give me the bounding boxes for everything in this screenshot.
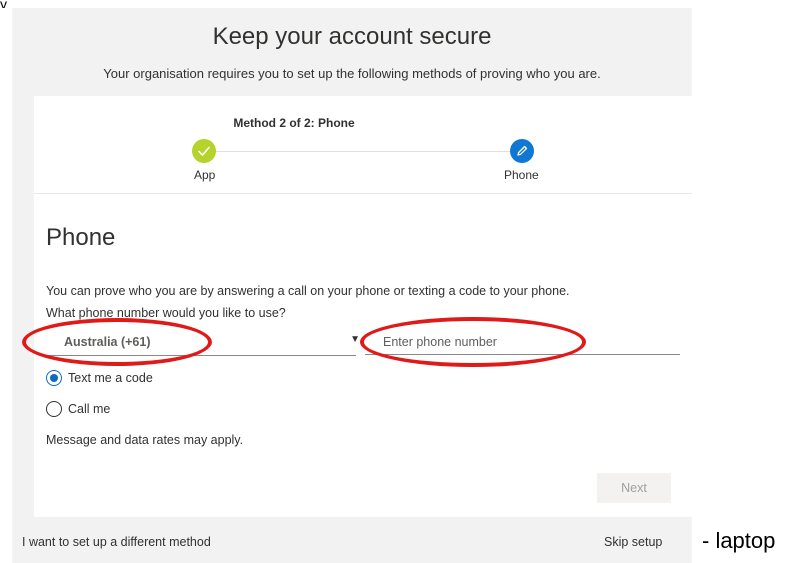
dropdown-caret-icon: ▼ bbox=[350, 334, 360, 345]
next-button[interactable]: Next bbox=[597, 473, 671, 503]
page-subtitle: Your organisation requires you to set up… bbox=[103, 66, 601, 81]
side-note: - laptop bbox=[702, 528, 776, 553]
pencil-icon bbox=[517, 145, 528, 156]
step-app-label: App bbox=[194, 168, 216, 182]
progress-label: Method 2 of 2: Phone bbox=[233, 116, 355, 130]
different-method-link[interactable]: I want to set up a different method bbox=[22, 535, 211, 549]
option-label: Text me a code bbox=[68, 371, 153, 385]
mfa-setup-page: Keep your account secure Your organisati… bbox=[12, 8, 692, 563]
progress-line bbox=[214, 151, 524, 152]
option-call-me[interactable]: Call me bbox=[46, 401, 110, 417]
section-description: You can prove who you are by answering a… bbox=[46, 284, 570, 298]
skip-setup-link[interactable]: Skip setup bbox=[604, 535, 662, 549]
radio-unchecked-icon[interactable] bbox=[46, 401, 62, 417]
check-icon bbox=[198, 146, 210, 156]
divider bbox=[34, 193, 692, 194]
step-phone-label: Phone bbox=[504, 168, 539, 182]
red-annotation-ellipse-country bbox=[22, 318, 212, 366]
rates-note: Message and data rates may apply. bbox=[46, 433, 244, 447]
step-app-complete-icon bbox=[192, 139, 216, 163]
phone-question: What phone number would you like to use? bbox=[46, 306, 286, 320]
option-label: Call me bbox=[68, 402, 111, 416]
red-annotation-ellipse-phone bbox=[360, 317, 586, 367]
radio-checked-icon[interactable] bbox=[46, 370, 62, 386]
cropped-text-fragment: y bbox=[0, 0, 7, 8]
section-title: Phone bbox=[46, 224, 116, 251]
option-text-me-a-code[interactable]: Text me a code bbox=[46, 370, 153, 386]
setup-card: Method 2 of 2: Phone App Phone Phone You… bbox=[34, 96, 692, 517]
page-title: Keep your account secure bbox=[212, 23, 492, 50]
step-phone-current-icon bbox=[510, 139, 534, 163]
